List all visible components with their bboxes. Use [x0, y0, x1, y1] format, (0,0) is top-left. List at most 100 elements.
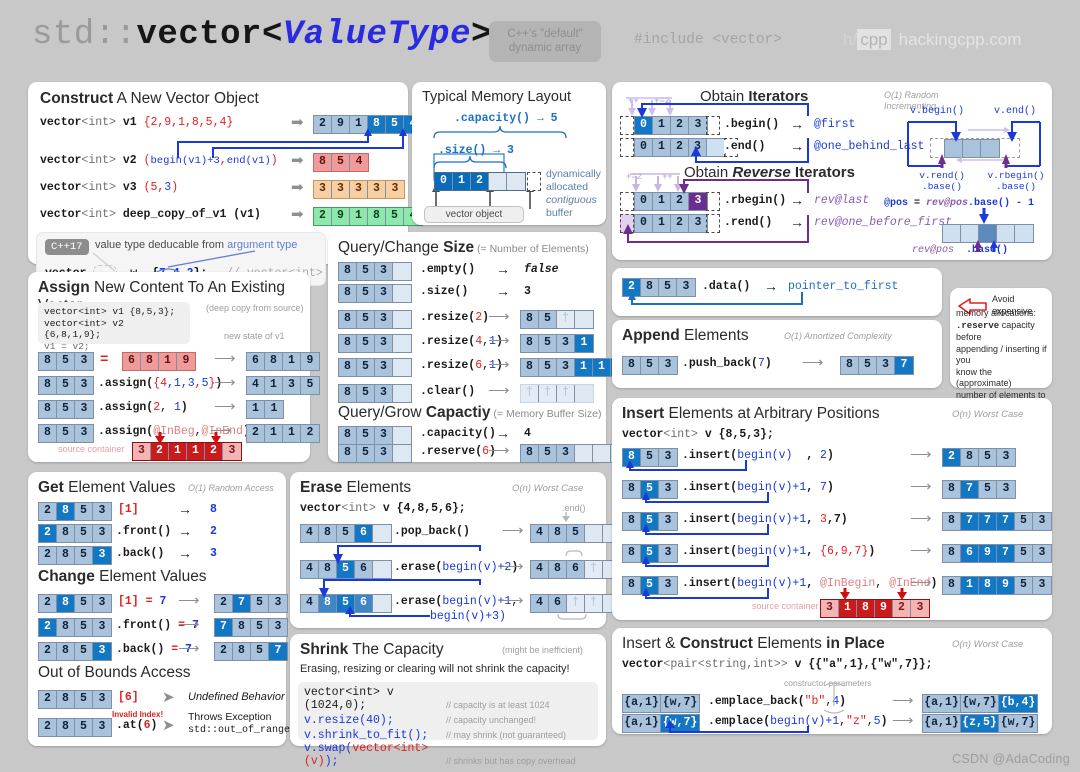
cell: 1: [350, 116, 368, 133]
change-call-0: [1] = 7: [118, 595, 167, 608]
cell: 5: [357, 427, 375, 444]
cell: 3: [93, 719, 111, 736]
change-title-rest: Element Values: [94, 568, 207, 585]
iter-cells-1: 0123: [634, 138, 726, 157]
cell: 2: [471, 173, 489, 190]
cell: 5: [357, 263, 375, 280]
panel-assign: Assign New Content To An Existing Vector…: [28, 272, 320, 462]
cell: 6: [355, 525, 373, 542]
cell: 5: [357, 359, 375, 376]
cell: 8: [549, 525, 567, 542]
cell: 8: [57, 595, 75, 612]
iter-value-1: @one_behind_last: [814, 140, 925, 153]
cell: 5: [1015, 577, 1033, 594]
assign-lhs-1: 8 5 3: [38, 376, 94, 395]
cell: 3: [350, 181, 368, 198]
emplace-complexity: O(n) Worst Case: [952, 639, 1024, 650]
cell: 8: [233, 643, 251, 660]
cell: 7: [997, 545, 1015, 562]
cell: 8: [39, 353, 57, 370]
rev-iterators-title: Obtain Reverse Iterators: [684, 164, 855, 181]
cell: 3: [689, 117, 707, 134]
get-cells-2: 2853: [38, 546, 112, 565]
cell: 8: [943, 577, 961, 594]
iter-call-1: .end(): [724, 140, 766, 153]
emplace-title: Insert & Construct Elements in Place: [622, 635, 885, 653]
shrink-comment-2: // may shrink (not guaranteed): [446, 730, 567, 740]
size-arrow-3: ⟶: [488, 332, 510, 349]
cell-empty: †: [539, 385, 557, 402]
cell-empty: [393, 427, 411, 444]
cell: 5: [251, 619, 269, 636]
insert-result-4: 818953: [942, 576, 1052, 595]
cell: 5: [75, 503, 93, 520]
cell: 1: [575, 359, 593, 376]
cell: 3: [93, 595, 111, 612]
pos-caption-a: rev@pos: [912, 245, 955, 256]
cell: 8: [39, 377, 57, 394]
cell: 3: [557, 359, 575, 376]
cell: 7: [233, 595, 251, 612]
cell: 3: [689, 215, 707, 232]
cell: 3: [375, 359, 393, 376]
size-arrow-0: →: [496, 261, 510, 277]
cell: 5: [57, 425, 75, 442]
rev-dash-right-1: [706, 214, 720, 233]
cell: 8: [521, 335, 539, 352]
change-arrow-1: ⟶: [178, 616, 200, 633]
assign-lhs-2: 8 5 3: [38, 400, 94, 419]
cell: [1015, 225, 1033, 242]
cell: 3: [375, 285, 393, 302]
tip-line-5: know the (approximate): [956, 366, 1012, 389]
cell: 2: [943, 449, 961, 466]
cell: 8: [314, 154, 332, 171]
cell: 3: [93, 547, 111, 564]
cell: 2: [39, 595, 57, 612]
tagline-badge: C++'s "default" dynamic array: [489, 21, 601, 62]
cell: 1: [593, 359, 611, 376]
insert-title: Insert Elements at Arbitrary Positions: [622, 405, 880, 423]
iter-inc-2: +=2: [654, 96, 671, 106]
cell: 5: [357, 311, 375, 328]
cell: 5: [75, 719, 93, 736]
cell-empty: [393, 311, 411, 328]
cell: 2: [893, 600, 911, 617]
cell: 5: [357, 285, 375, 302]
get-call-0: [1]: [118, 503, 139, 516]
size-title-a: Query/Change: [338, 239, 444, 256]
cell: 8: [265, 353, 283, 370]
assign-arrow-0: ⟶: [214, 350, 236, 367]
capacity-title: Query/Grow Capactiy (= Memory Buffer Siz…: [338, 404, 601, 422]
cell: 3: [659, 357, 677, 374]
cap-title-c: (= Memory Buffer Size): [490, 408, 602, 420]
erase-result-0: 485: [530, 524, 622, 543]
erase-call-2: .erase(begin(v)+1,: [394, 595, 519, 608]
cell: 6: [247, 353, 265, 370]
pos-caption-b: .base(): [966, 245, 1009, 256]
cell: 5: [386, 116, 404, 133]
oob-call-1: .at(6): [116, 719, 158, 732]
assign-note-deepcopy: (deep copy from source): [206, 303, 304, 313]
cell: 5: [659, 279, 677, 296]
size-result-3: 8531: [520, 334, 594, 353]
cell: 5: [337, 595, 355, 612]
cell: 8: [339, 385, 357, 402]
assign-title-bold: Assign: [38, 279, 90, 296]
cell: 3: [133, 443, 151, 460]
emplace-decl: vector<pair<string,int>> v {{"a",1},{"w"…: [622, 658, 933, 671]
cell: 4: [247, 377, 265, 394]
oob-cells-0: 2853: [38, 690, 112, 709]
tip-keyword: .reserve: [956, 320, 1000, 331]
cell: 8: [549, 561, 567, 578]
append-title-rest: Elements: [679, 327, 749, 344]
cell: 6: [961, 545, 979, 562]
cell: 4: [531, 561, 549, 578]
oob-result-0: Undefined Behavior: [188, 691, 285, 703]
cap-value-0: 4: [524, 427, 531, 440]
cell: 0: [635, 139, 653, 156]
cell: 3: [368, 181, 386, 198]
insert-cells-0: 853: [622, 448, 678, 467]
cell: 5: [1015, 513, 1033, 530]
data-value: pointer_to_first: [788, 280, 899, 293]
cell: 9: [875, 600, 893, 617]
